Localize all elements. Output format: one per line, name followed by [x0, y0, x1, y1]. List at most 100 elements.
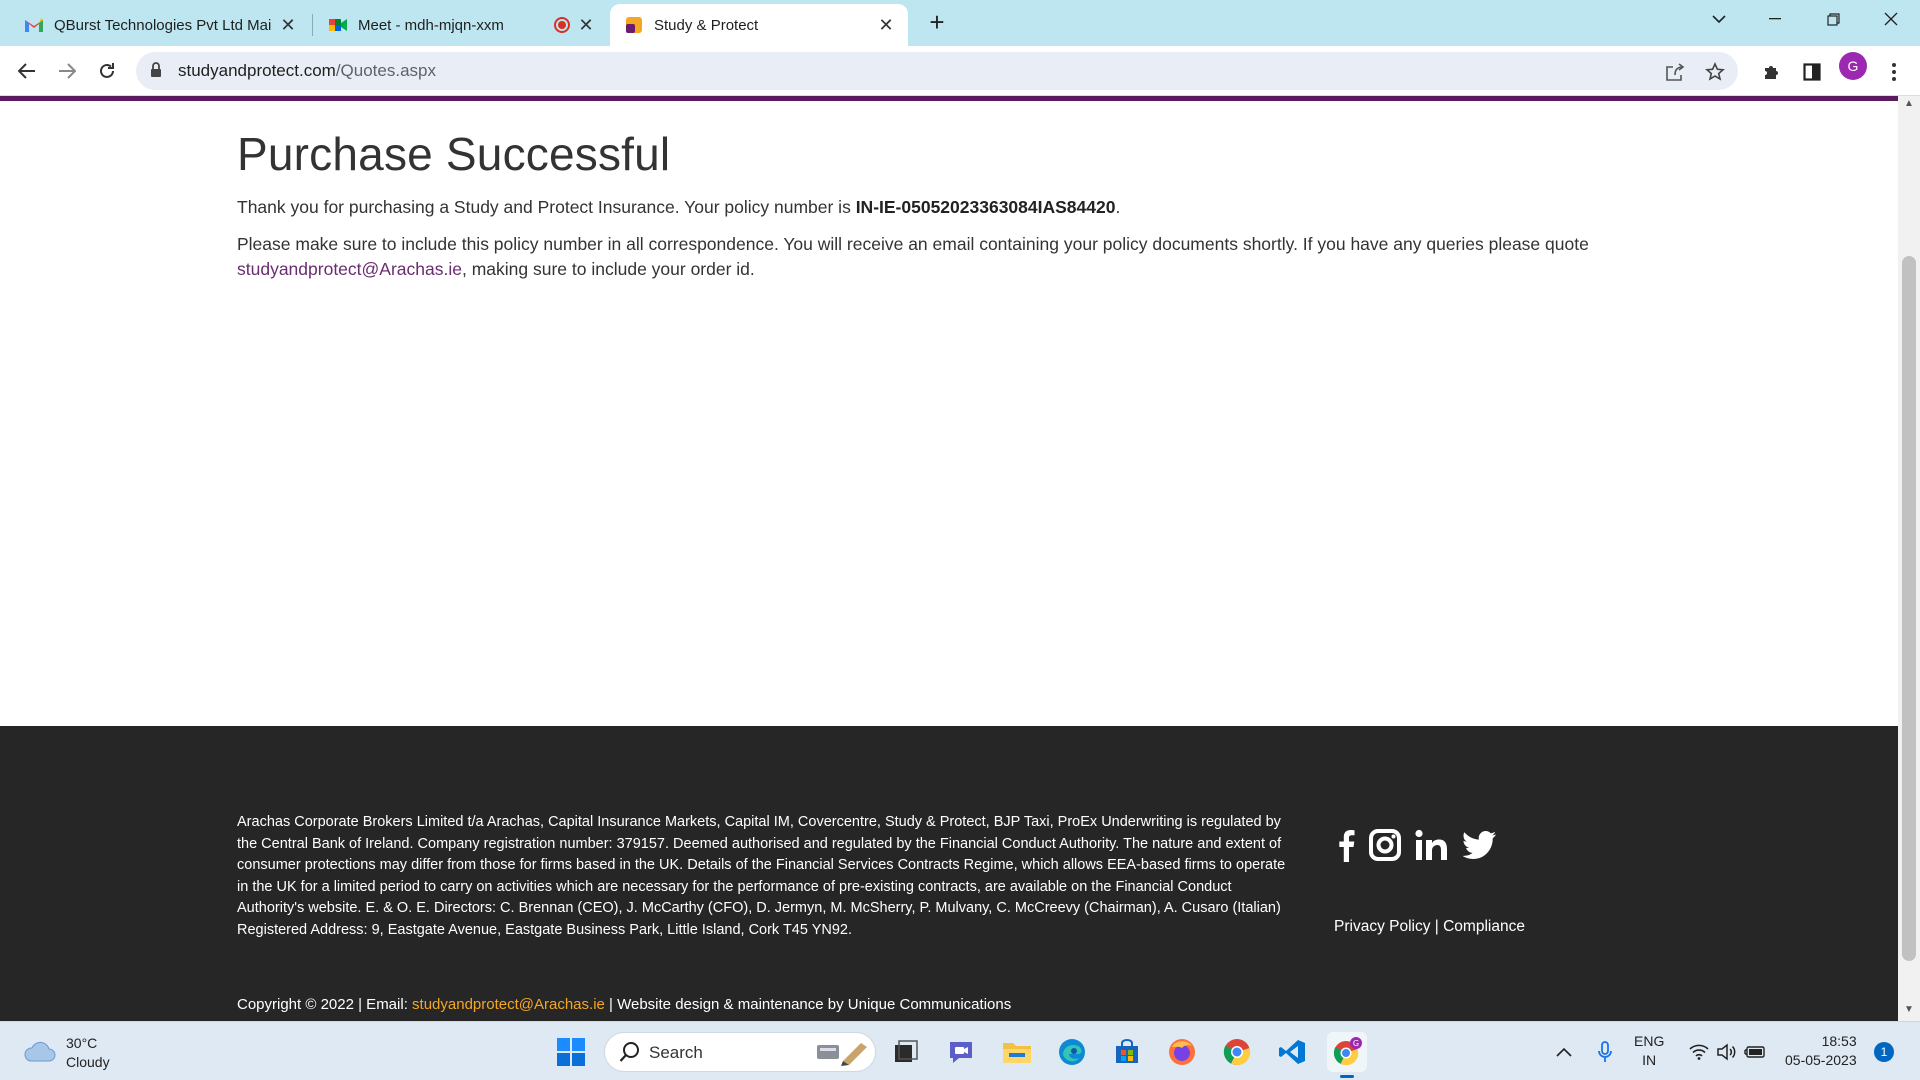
copyright-prefix: Copyright © 2022 | Email: — [237, 996, 413, 1013]
privacy-policy-link[interactable]: Privacy Policy — [1334, 918, 1430, 935]
registered-address: Registered Address: 9, Eastgate Avenue, … — [237, 921, 852, 938]
lang-code: ENG — [1634, 1033, 1665, 1049]
svg-text:G: G — [1353, 1039, 1359, 1048]
chrome-icon[interactable] — [1217, 1032, 1257, 1072]
close-tab-icon[interactable]: ✕ — [278, 15, 298, 35]
tab-study-protect[interactable]: Study & Protect ✕ — [610, 4, 908, 46]
url-host: studyandprotect.com — [178, 61, 336, 80]
reload-icon[interactable] — [92, 56, 122, 86]
forward-arrow-icon[interactable] — [52, 56, 82, 86]
chrome-profile-icon[interactable]: G — [1327, 1032, 1367, 1072]
search-icon — [619, 1041, 641, 1068]
share-icon[interactable] — [1663, 60, 1687, 84]
task-view-icon[interactable] — [886, 1032, 926, 1072]
clock-date: 05-05-2023 — [1785, 1052, 1857, 1068]
close-tab-icon[interactable]: ✕ — [576, 15, 596, 35]
legal-notice: Arachas Corporate Brokers Limited t/a Ar… — [237, 812, 1297, 941]
twitter-icon[interactable] — [1463, 826, 1497, 864]
lock-icon[interactable] — [150, 62, 162, 83]
cloud-icon — [22, 1039, 56, 1068]
tab-strip: QBurst Technologies Pvt Ltd Mail ✕ Meet … — [0, 0, 1920, 46]
footer-email-link[interactable]: studyandprotect@Arachas.ie — [412, 996, 605, 1013]
policy-separator: | — [1430, 918, 1444, 935]
weather-desc: Cloudy — [66, 1054, 110, 1070]
kebab-menu-icon[interactable] — [1880, 58, 1908, 86]
notification-badge[interactable]: 1 — [1874, 1042, 1894, 1062]
web-page: Purchase Successful Thank you for purcha… — [0, 101, 1898, 1021]
address-bar[interactable]: studyandprotect.com/Quotes.aspx — [136, 52, 1738, 90]
scroll-down-icon[interactable]: ▼ — [1903, 1004, 1915, 1015]
tab-search-chevron-icon[interactable] — [1696, 0, 1742, 38]
edge-browser-icon[interactable] — [1052, 1032, 1092, 1072]
battery-icon[interactable] — [1740, 1032, 1770, 1072]
tab-meet[interactable]: Meet - mdh-mjqn-xxm ✕ — [314, 4, 608, 46]
copyright-line: Copyright © 2022 | Email: studyandprotec… — [237, 996, 1011, 1013]
recording-icon — [554, 17, 570, 33]
confirmation-paragraph: Thank you for purchasing a Study and Pro… — [237, 195, 1677, 220]
close-window-icon[interactable] — [1868, 0, 1914, 38]
instructions-end: , making sure to include your order id. — [461, 259, 755, 279]
legal-text: Arachas Corporate Brokers Limited t/a Ar… — [237, 814, 1286, 916]
input-language[interactable]: ENG IN — [1634, 1032, 1664, 1070]
close-tab-icon[interactable]: ✕ — [876, 15, 896, 35]
social-links — [1337, 826, 1497, 864]
tab-separator — [312, 14, 313, 36]
file-explorer-icon[interactable] — [997, 1032, 1037, 1072]
windows-taskbar: 30°C Cloudy Search G ENG IN 18:53 05-05-… — [0, 1021, 1920, 1080]
main-content: Purchase Successful Thank you for purcha… — [237, 101, 1677, 282]
microsoft-store-icon[interactable] — [1107, 1032, 1147, 1072]
search-highlight-icon — [813, 1039, 871, 1072]
weather-widget[interactable]: 30°C Cloudy — [22, 1034, 110, 1072]
url-path: /Quotes.aspx — [335, 61, 436, 80]
site-footer: Arachas Corporate Brokers Limited t/a Ar… — [0, 726, 1898, 1021]
site-icon — [624, 15, 644, 35]
region-code: IN — [1642, 1052, 1657, 1068]
volume-icon[interactable] — [1712, 1032, 1742, 1072]
policy-links: Privacy Policy | Compliance — [1334, 918, 1525, 936]
url-text: studyandprotect.com/Quotes.aspx — [178, 61, 436, 81]
linkedin-icon[interactable] — [1415, 826, 1449, 864]
wifi-icon[interactable] — [1684, 1032, 1714, 1072]
extensions-puzzle-icon[interactable] — [1758, 58, 1786, 86]
instructions-text: Please make sure to include this policy … — [237, 234, 1589, 254]
clock-time: 18:53 — [1821, 1033, 1857, 1049]
copyright-suffix: | Website design & maintenance by Unique… — [604, 996, 1012, 1013]
scroll-up-icon[interactable]: ▲ — [1903, 98, 1915, 109]
page-title: Purchase Successful — [237, 128, 671, 180]
scroll-thumb[interactable] — [1902, 256, 1916, 961]
vscode-icon[interactable] — [1272, 1032, 1312, 1072]
search-placeholder: Search — [649, 1043, 703, 1062]
policy-number: IN-IE-05052023363084IAS84420 — [855, 197, 1116, 217]
side-panel-icon[interactable] — [1798, 58, 1826, 86]
minimize-icon[interactable] — [1752, 0, 1798, 38]
restore-icon[interactable] — [1810, 0, 1856, 38]
microphone-icon[interactable] — [1588, 1032, 1622, 1072]
gmail-icon — [24, 15, 44, 35]
firefox-icon[interactable] — [1162, 1032, 1202, 1072]
tab-gmail[interactable]: QBurst Technologies Pvt Ltd Mail ✕ — [10, 4, 310, 46]
meet-icon — [328, 15, 348, 35]
browser-toolbar: studyandprotect.com/Quotes.aspx G — [0, 46, 1920, 96]
tab-title: Meet - mdh-mjqn-xxm — [358, 16, 504, 34]
facebook-icon[interactable] — [1337, 826, 1355, 864]
instagram-icon[interactable] — [1369, 826, 1401, 864]
page-scrollbar[interactable]: ▲ ▼ — [1898, 96, 1920, 1021]
back-arrow-icon[interactable] — [12, 56, 42, 86]
windows-start-icon[interactable] — [551, 1032, 591, 1072]
contact-email-link[interactable]: studyandprotect@Arachas.ie — [237, 259, 462, 279]
show-hidden-icons-chevron-icon[interactable] — [1548, 1032, 1580, 1072]
tab-title: QBurst Technologies Pvt Ltd Mail — [54, 16, 272, 34]
tab-title: Study & Protect — [654, 16, 759, 34]
profile-avatar[interactable]: G — [1839, 52, 1867, 80]
instructions-paragraph: Please make sure to include this policy … — [237, 232, 1677, 282]
period: . — [1115, 197, 1121, 217]
compliance-link[interactable]: Compliance — [1443, 918, 1525, 935]
taskbar-search[interactable]: Search — [604, 1032, 876, 1072]
weather-temp: 30°C — [66, 1035, 98, 1051]
bookmark-star-icon[interactable] — [1703, 60, 1727, 84]
new-tab-button[interactable]: + — [922, 8, 952, 38]
confirmation-text: Thank you for purchasing a Study and Pro… — [237, 197, 856, 217]
teams-chat-icon[interactable] — [941, 1032, 981, 1072]
active-app-indicator — [1340, 1075, 1354, 1078]
system-clock[interactable]: 18:53 05-05-2023 — [1785, 1032, 1857, 1070]
